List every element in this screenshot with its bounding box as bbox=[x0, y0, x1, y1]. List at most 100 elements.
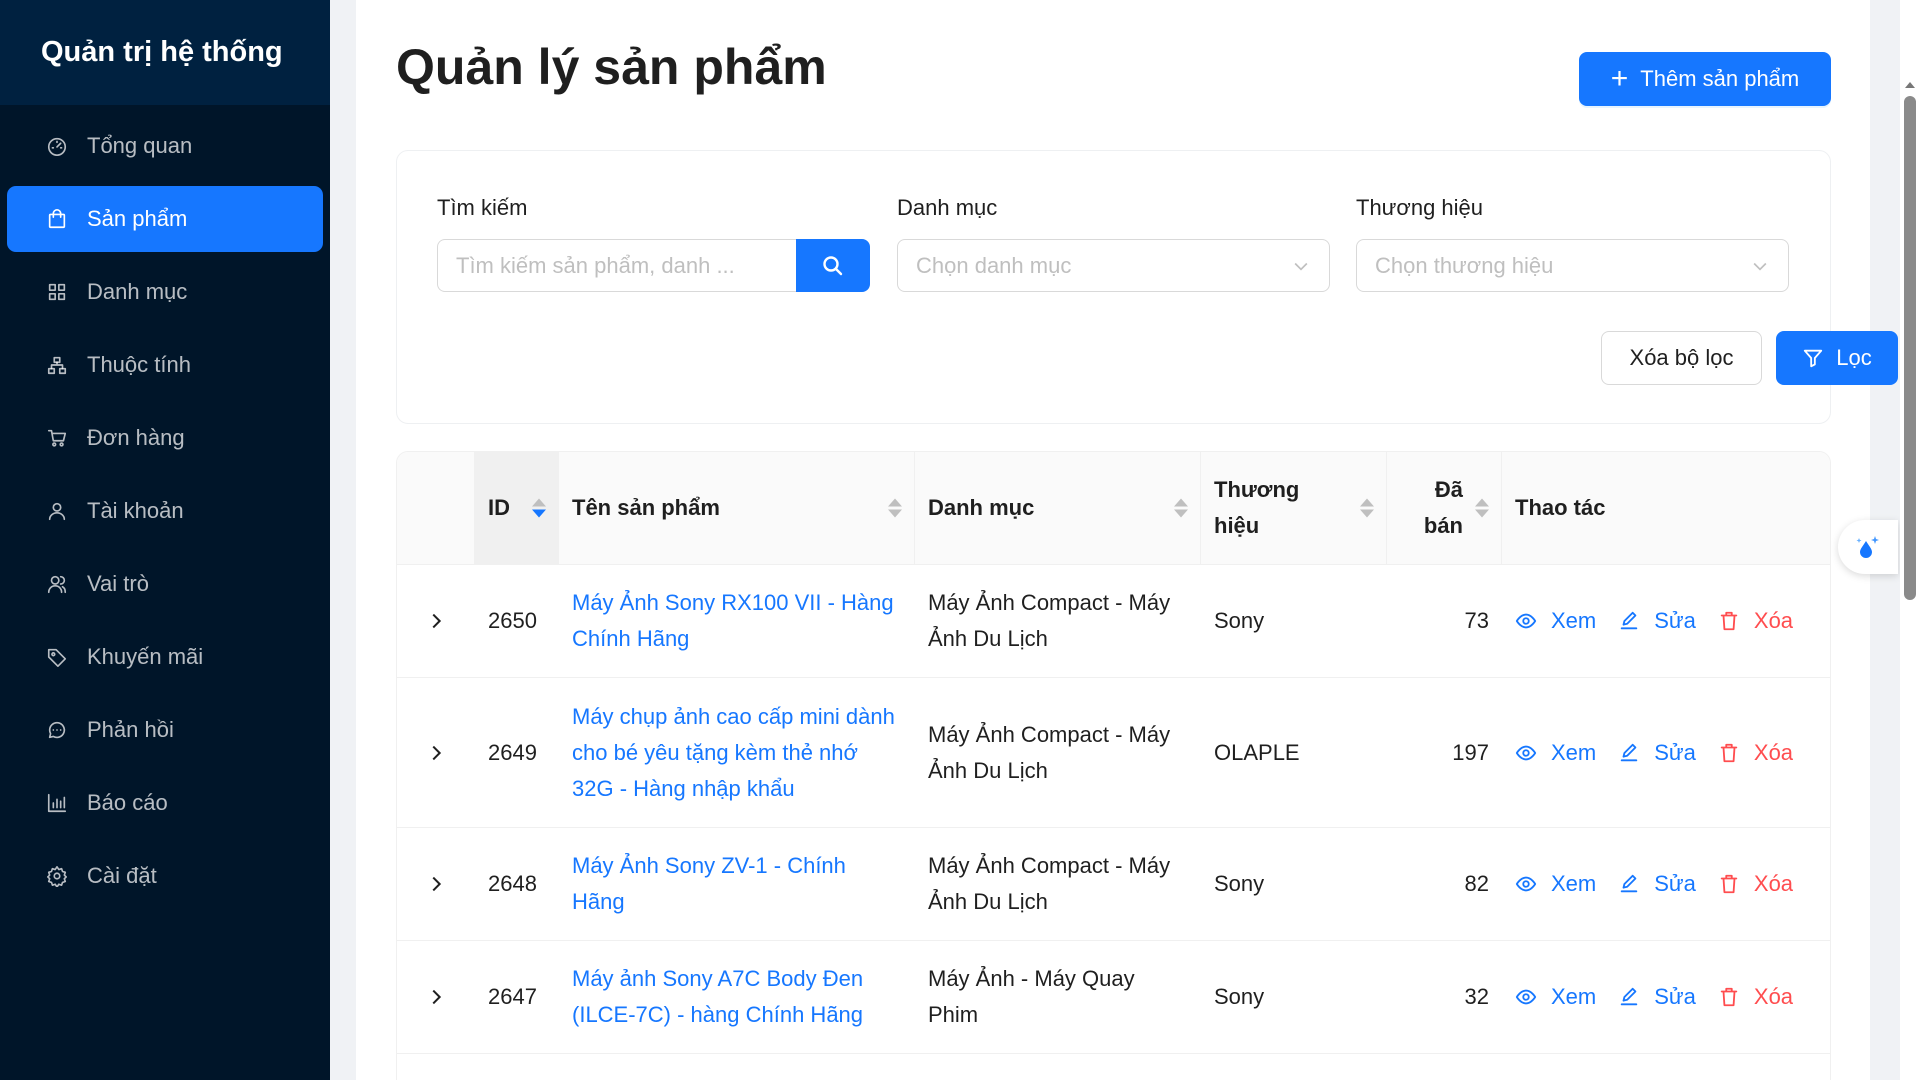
sidebar-item-roles[interactable]: Vai trò bbox=[7, 551, 323, 617]
cell-id: 2649 bbox=[488, 739, 537, 765]
edit-button[interactable]: Sửa bbox=[1618, 979, 1696, 1015]
table-body: 2650 Máy Ảnh Sony RX100 VII - Hàng Chính… bbox=[397, 565, 1830, 1054]
view-button[interactable]: Xem bbox=[1515, 866, 1596, 902]
eye-icon bbox=[1515, 989, 1537, 1005]
clear-filter-button[interactable]: Xóa bộ lọc bbox=[1601, 331, 1762, 385]
sidebar-item-reports[interactable]: Báo cáo bbox=[7, 770, 323, 836]
column-header-id[interactable]: ID bbox=[475, 452, 559, 564]
cell-category: Máy Ảnh Compact - Máy Ảnh Du Lịch bbox=[928, 853, 1171, 914]
grid-icon bbox=[45, 280, 69, 304]
cell-brand: Sony bbox=[1214, 871, 1265, 896]
sidebar-item-accounts[interactable]: Tài khoản bbox=[7, 478, 323, 544]
table-row: 2647 Máy ảnh Sony A7C Body Đen (ILCE-7C)… bbox=[397, 941, 1830, 1054]
filter-button-label: Lọc bbox=[1836, 345, 1872, 370]
brand-header: Quản trị hệ thống bbox=[0, 0, 330, 105]
tag-icon bbox=[45, 645, 69, 669]
cell-sold: 73 bbox=[1464, 608, 1489, 633]
sidebar-item-overview[interactable]: Tổng quan bbox=[7, 113, 323, 179]
brand-select-placeholder: Chọn thương hiệu bbox=[1375, 252, 1554, 278]
sidebar-item-categories[interactable]: Danh mục bbox=[7, 259, 323, 325]
view-button[interactable]: Xem bbox=[1515, 603, 1596, 639]
search-button[interactable] bbox=[796, 239, 870, 292]
table-header: ID Tên sản phẩm Danh mục Thương hiệu Đã … bbox=[397, 452, 1830, 565]
sidebar-item-label: Vai trò bbox=[87, 571, 149, 596]
delete-label: Xóa bbox=[1753, 871, 1794, 896]
team-icon bbox=[45, 572, 69, 596]
sidebar-item-label: Báo cáo bbox=[87, 790, 168, 815]
cell-brand: OLAPLE bbox=[1214, 739, 1300, 765]
floating-assistant-button[interactable] bbox=[1838, 520, 1898, 574]
page-scrollbar[interactable] bbox=[1900, 0, 1920, 1080]
edit-icon bbox=[1621, 987, 1638, 1006]
table-row: 2649 Máy chụp ảnh cao cấp mini dành cho … bbox=[397, 678, 1830, 828]
delete-label: Xóa bbox=[1753, 984, 1794, 1009]
category-select[interactable]: Chọn danh mục bbox=[897, 239, 1330, 292]
delete-button[interactable]: Xóa bbox=[1718, 603, 1793, 639]
sidebar-item-feedback[interactable]: Phản hồi bbox=[7, 697, 323, 763]
hierarchy-icon bbox=[45, 353, 69, 377]
sidebar-item-products[interactable]: Sản phẩm bbox=[7, 186, 323, 252]
view-label: Xem bbox=[1551, 608, 1597, 633]
column-header-label: Thao tác bbox=[1515, 495, 1606, 520]
sidebar-menu: Tổng quan Sản phẩm Danh mục Thuộc tính Đ… bbox=[0, 113, 330, 909]
view-button[interactable]: Xem bbox=[1515, 735, 1596, 771]
delete-button[interactable]: Xóa bbox=[1718, 866, 1793, 902]
sidebar: Quản trị hệ thống Tổng quan Sản phẩm Dan… bbox=[0, 0, 330, 1080]
search-input[interactable] bbox=[437, 239, 796, 292]
edit-icon bbox=[1621, 611, 1638, 630]
view-label: Xem bbox=[1551, 871, 1597, 896]
page-title: Quản lý sản phẩm bbox=[396, 39, 827, 95]
view-label: Xem bbox=[1551, 984, 1597, 1009]
add-product-label: Thêm sản phẩm bbox=[1640, 66, 1800, 91]
trash-icon bbox=[1720, 874, 1738, 894]
table-row: 2648 Máy Ảnh Sony ZV-1 - Chính Hãng Máy … bbox=[397, 828, 1830, 941]
expand-row-button[interactable] bbox=[397, 678, 475, 827]
edit-label: Sửa bbox=[1654, 871, 1696, 896]
expand-row-button[interactable] bbox=[397, 828, 475, 940]
sparkle-drop-icon bbox=[1856, 536, 1879, 558]
edit-button[interactable]: Sửa bbox=[1618, 603, 1696, 639]
eye-icon bbox=[1515, 745, 1537, 760]
column-header-sold[interactable]: Đã bán bbox=[1387, 452, 1502, 564]
expand-row-button[interactable] bbox=[397, 565, 475, 677]
trash-icon bbox=[1720, 987, 1738, 1007]
expand-row-button[interactable] bbox=[397, 941, 475, 1053]
sidebar-item-settings[interactable]: Cài đặt bbox=[7, 843, 323, 909]
sidebar-item-label: Đơn hàng bbox=[87, 425, 185, 450]
filter-card: Tìm kiếm Danh mục Thương hiệu Chọn danh … bbox=[396, 150, 1898, 424]
edit-button[interactable]: Sửa bbox=[1618, 866, 1696, 902]
delete-button[interactable]: Xóa bbox=[1718, 735, 1793, 771]
filter-button[interactable]: Lọc bbox=[1776, 331, 1898, 385]
products-table: ID Tên sản phẩm Danh mục Thương hiệu Đã … bbox=[396, 451, 1831, 1080]
edit-button[interactable]: Sửa bbox=[1618, 735, 1696, 771]
chevron-down-icon bbox=[1753, 262, 1767, 271]
column-header-label: Danh mục bbox=[928, 495, 1035, 520]
edit-label: Sửa bbox=[1654, 984, 1696, 1009]
cell-sold: 32 bbox=[1464, 984, 1489, 1009]
column-header-name[interactable]: Tên sản phẩm bbox=[559, 452, 915, 564]
sidebar-item-label: Sản phẩm bbox=[87, 206, 188, 231]
column-header-brand[interactable]: Thương hiệu bbox=[1201, 452, 1387, 564]
cell-brand: Sony bbox=[1214, 608, 1265, 633]
column-header-label: ID bbox=[488, 495, 510, 520]
sidebar-item-label: Danh mục bbox=[87, 279, 188, 304]
product-name-link[interactable]: Máy Ảnh Sony ZV-1 - Chính Hãng bbox=[572, 848, 902, 920]
add-product-button[interactable]: + Thêm sản phẩm bbox=[1579, 52, 1831, 106]
scroll-up-arrow[interactable] bbox=[1905, 82, 1915, 88]
product-name-link[interactable]: Máy Ảnh Sony RX100 VII - Hàng Chính Hãng bbox=[572, 585, 902, 657]
delete-button[interactable]: Xóa bbox=[1718, 979, 1793, 1015]
delete-label: Xóa bbox=[1753, 608, 1794, 633]
brand-select[interactable]: Chọn thương hiệu bbox=[1356, 239, 1789, 292]
chevron-down-icon bbox=[1294, 262, 1308, 271]
sidebar-item-label: Tài khoản bbox=[87, 498, 184, 523]
sidebar-item-attributes[interactable]: Thuộc tính bbox=[7, 332, 323, 398]
column-header-category[interactable]: Danh mục bbox=[915, 452, 1201, 564]
search-group bbox=[437, 239, 870, 292]
scroll-thumb[interactable] bbox=[1904, 96, 1916, 600]
product-name-link[interactable]: Máy ảnh Sony A7C Body Đen (ILCE-7C) - hà… bbox=[572, 961, 902, 1033]
row-actions: Xem Sửa Xóa bbox=[1502, 565, 1830, 677]
sidebar-item-orders[interactable]: Đơn hàng bbox=[7, 405, 323, 471]
product-name-link[interactable]: Máy chụp ảnh cao cấp mini dành cho bé yê… bbox=[572, 699, 902, 807]
sidebar-item-promotions[interactable]: Khuyến mãi bbox=[7, 624, 323, 690]
view-button[interactable]: Xem bbox=[1515, 979, 1596, 1015]
